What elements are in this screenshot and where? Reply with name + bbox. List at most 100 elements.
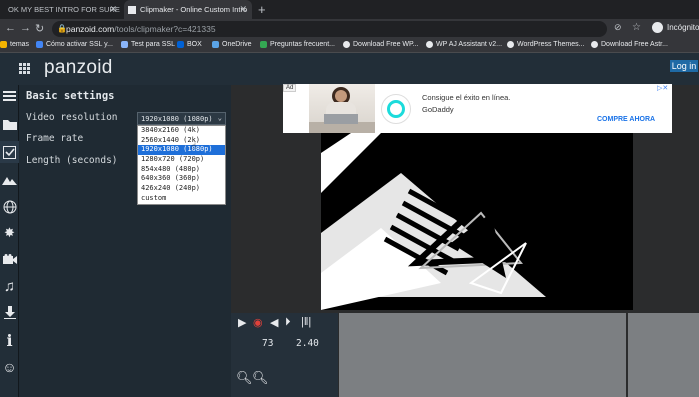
- bookmark-item[interactable]: Cómo activar SSL y...: [36, 41, 113, 48]
- zoom-out-icon[interactable]: 🔍︎: [236, 370, 253, 386]
- bookmark-item[interactable]: WP AJ Assistant v2...: [426, 41, 502, 48]
- bookmark-item[interactable]: BOX: [177, 41, 202, 48]
- eye-off-icon[interactable]: ⊘: [614, 22, 622, 33]
- bookmark-icon: [343, 41, 350, 48]
- ad-headline: Consigue el éxito en línea.: [422, 93, 511, 102]
- burst-icon[interactable]: ✸: [0, 222, 19, 244]
- bookmark-item[interactable]: Download Free WP...: [343, 41, 419, 48]
- music-icon[interactable]: ♫: [0, 275, 19, 297]
- ad-close-icon[interactable]: ▷✕: [657, 84, 668, 92]
- resolution-option[interactable]: 426x240 (240p): [138, 184, 225, 194]
- back-icon[interactable]: ←: [5, 22, 16, 34]
- resolution-select[interactable]: 1920x1080 (1080p) ⌄: [137, 112, 226, 125]
- forward-icon[interactable]: →: [20, 22, 31, 34]
- panel-title: Basic settings: [26, 90, 115, 102]
- bookmark-label: WP AJ Assistant v2...: [436, 41, 503, 48]
- bookmark-label: Preguntas frecuent...: [270, 41, 335, 48]
- length-label: Length (seconds): [26, 155, 118, 166]
- resolution-dropdown: 3840x2160 (4k) 2560x1440 (2k) 1920x1080 …: [137, 125, 226, 205]
- browser-tab-strip: OK MY BEST INTRO FOR SURE OK ✕ Clipmaker…: [0, 0, 699, 19]
- smiley-icon[interactable]: ☺: [0, 356, 19, 378]
- bookmark-item[interactable]: Preguntas frecuent...: [260, 41, 335, 48]
- tool-rail: ✸ ♫ i ☺: [0, 85, 19, 397]
- menu-icon[interactable]: [0, 85, 19, 107]
- bookmark-label: Download Free Astr...: [601, 41, 668, 48]
- new-tab-icon[interactable]: +: [258, 2, 266, 17]
- resolution-option[interactable]: 1920x1080 (1080p): [138, 145, 225, 156]
- settings-panel: Basic settings Video resolution Frame ra…: [19, 85, 231, 397]
- ad-brand: GoDaddy: [422, 105, 454, 114]
- landscape-icon[interactable]: [0, 169, 19, 191]
- frame-counter: 73: [262, 338, 274, 349]
- bookmark-icon: [260, 41, 267, 48]
- app-header: panzoid: [0, 53, 699, 85]
- panzoid-logo[interactable]: panzoid: [44, 57, 113, 79]
- reload-icon[interactable]: ↻: [35, 22, 44, 35]
- time-display: 2.40: [296, 338, 319, 349]
- chevron-down-icon: ⌄: [217, 114, 222, 122]
- browser-toolbar: ← → ↻ 🔒 panzoid.com/tools/clipmaker?c=42…: [0, 19, 699, 39]
- apps-grid-icon[interactable]: [19, 63, 30, 74]
- waveform-icon[interactable]: |‖|: [301, 316, 311, 328]
- close-tab-icon[interactable]: ✕: [109, 4, 117, 15]
- tab-title: Clipmaker - Online Custom Intro: [140, 5, 248, 14]
- ad-badge: Ad: [283, 84, 297, 92]
- bookmark-label: BOX: [187, 41, 202, 48]
- bookmark-item[interactable]: temas: [0, 41, 29, 48]
- resolution-option[interactable]: 2560x1440 (2k): [138, 136, 225, 146]
- bookmark-item[interactable]: Test para SSL: [121, 41, 175, 48]
- url-path: /tools/clipmaker?c=421335: [114, 24, 216, 34]
- resolution-option[interactable]: 640x360 (360p): [138, 174, 225, 184]
- godaddy-logo-icon: [381, 94, 411, 124]
- lock-icon: 🔒: [57, 24, 67, 33]
- bookmark-label: OneDrive: [222, 41, 252, 48]
- bookmark-item[interactable]: WordPress Themes...: [507, 41, 584, 48]
- record-icon[interactable]: ◉: [253, 316, 263, 329]
- bookmarks-bar: temas Cómo activar SSL y... Test para SS…: [0, 39, 699, 53]
- resolution-select-value: 1920x1080 (1080p): [141, 114, 213, 123]
- close-tab-icon[interactable]: ✕: [239, 4, 247, 15]
- panzoid-favicon-icon: [128, 5, 136, 14]
- ad-banner[interactable]: Ad Consigue el éxito en línea. GoDaddy C…: [283, 84, 672, 133]
- timeline-panel-secondary[interactable]: [628, 313, 699, 397]
- folder-icon[interactable]: [0, 113, 19, 135]
- login-button[interactable]: Log in: [670, 60, 698, 72]
- browser-tab-intro[interactable]: OK MY BEST INTRO FOR SURE OK ✕: [0, 0, 122, 19]
- star-icon[interactable]: ☆: [632, 22, 641, 33]
- step-forward-icon[interactable]: ⏵: [285, 316, 291, 329]
- incognito-indicator[interactable]: Incógnito: [652, 22, 699, 33]
- camera-icon[interactable]: [0, 248, 19, 270]
- bookmark-icon: [36, 41, 43, 48]
- resolution-option[interactable]: 3840x2160 (4k): [138, 126, 225, 136]
- download-icon[interactable]: [0, 301, 19, 323]
- resolution-option[interactable]: 1280x720 (720p): [138, 155, 225, 165]
- profile-label: Incógnito: [667, 23, 699, 32]
- bookmark-item[interactable]: OneDrive: [212, 41, 252, 48]
- video-resolution-label: Video resolution: [26, 112, 118, 123]
- resolution-option[interactable]: custom: [138, 194, 225, 204]
- info-icon[interactable]: i: [0, 329, 19, 351]
- zoom-in-icon[interactable]: 🔍︎: [252, 370, 269, 386]
- address-bar[interactable]: 🔒 panzoid.com/tools/clipmaker?c=421335: [52, 21, 607, 37]
- bookmark-icon: [177, 41, 184, 48]
- bookmark-label: Test para SSL: [131, 41, 175, 48]
- resolution-option[interactable]: 854x480 (480p): [138, 165, 225, 175]
- preview-canvas[interactable]: [321, 133, 633, 310]
- timeline-panel[interactable]: [339, 313, 626, 397]
- bookmark-item[interactable]: Download Free Astr...: [591, 41, 668, 48]
- player-controls: ▶ ◉ ◀ ⏵ |‖| 73 2.40 🔍︎ 🔍︎: [231, 313, 338, 397]
- bookmark-icon: [212, 41, 219, 48]
- bookmark-icon: [591, 41, 598, 48]
- volume-icon[interactable]: ◀: [270, 316, 278, 329]
- checkbox-icon[interactable]: [0, 141, 19, 163]
- bookmark-label: Download Free WP...: [353, 41, 419, 48]
- browser-tab-clipmaker[interactable]: Clipmaker - Online Custom Intro ✕: [124, 0, 252, 19]
- url-host: panzoid.com: [66, 24, 115, 34]
- ad-cta-button[interactable]: COMPRE AHORA: [597, 116, 655, 123]
- play-icon[interactable]: ▶: [238, 316, 246, 329]
- preview-artwork: [321, 133, 633, 310]
- globe-wireframe-icon[interactable]: [0, 196, 19, 218]
- bookmark-icon: [121, 41, 128, 48]
- bookmark-icon: [507, 41, 514, 48]
- bookmark-label: WordPress Themes...: [517, 41, 585, 48]
